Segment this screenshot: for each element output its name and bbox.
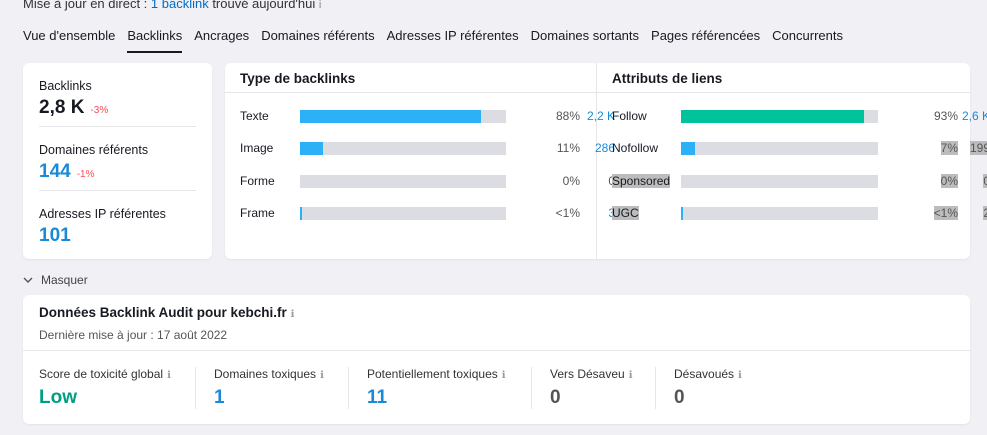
row-label: Forme — [240, 174, 275, 188]
live-update-line: Mise à jour en direct : 1 backlink trouv… — [23, 0, 321, 11]
row-count: 0 — [983, 174, 987, 188]
live-update-prefix: Mise à jour en direct : — [23, 0, 151, 11]
tab-competitors[interactable]: Concurrents — [772, 28, 843, 50]
info-icon[interactable]: ℹ — [738, 370, 742, 381]
progress-fill — [300, 109, 482, 123]
link-row: Frame<1%3 — [240, 206, 615, 220]
metric-value: 0 — [674, 387, 685, 408]
audit-metric: Potentiellement toxiques ℹ 11 — [367, 367, 506, 409]
metric-label: Désavoués ℹ — [674, 367, 742, 381]
progress-bar[interactable] — [681, 109, 878, 123]
ips-value[interactable]: 101 — [39, 225, 71, 247]
metric-label: Potentiellement toxiques ℹ — [367, 367, 506, 381]
audit-updated: Dernière mise à jour : 17 août 2022 — [39, 328, 228, 342]
tab-indexed-pages[interactable]: Pages référencées — [651, 28, 760, 50]
audit-title: Données Backlink Audit pour kebchi.fr ℹ — [39, 305, 295, 320]
summary-backlinks: Backlinks 2,8 K -3% — [39, 63, 196, 127]
new-backlink-link[interactable]: 1 backlink — [151, 0, 209, 11]
row-label: UGC — [612, 206, 639, 220]
audit-metric: Score de toxicité global ℹ Low — [39, 367, 171, 409]
row-label: Nofollow — [612, 141, 659, 155]
attributes-title: Attributs de liens — [612, 71, 723, 86]
row-label: Image — [240, 141, 274, 155]
row-percent: <1% — [933, 206, 958, 220]
tab-referring-ips[interactable]: Adresses IP référentes — [387, 28, 519, 50]
info-icon[interactable]: ℹ — [629, 370, 633, 381]
backlinks-label: Backlinks — [39, 79, 92, 93]
audit-metric: Domaines toxiques ℹ 1 — [214, 367, 324, 409]
hide-toggle[interactable]: Masquer — [23, 273, 88, 287]
summary-card: Backlinks 2,8 K -3% Domaines référents 1… — [23, 63, 212, 259]
info-icon[interactable]: ℹ — [167, 370, 171, 381]
summary-ips: Adresses IP référentes 101 — [39, 191, 196, 255]
metric-value: Low — [39, 387, 77, 408]
link-row: UGC <1% 2 — [612, 206, 987, 220]
link-row: Forme0%0 — [240, 174, 615, 188]
row-count[interactable]: 2,6 K — [962, 109, 987, 123]
progress-bar[interactable] — [681, 174, 878, 188]
progress-fill — [300, 206, 303, 220]
progress-fill — [681, 109, 865, 123]
metric-value[interactable]: 11 — [367, 387, 506, 409]
tab-outgoing-domains[interactable]: Domaines sortants — [531, 28, 639, 50]
progress-fill — [681, 206, 683, 220]
tab-anchors[interactable]: Ancrages — [194, 28, 249, 50]
row-percent: 88% — [555, 109, 580, 123]
progress-bar[interactable] — [300, 141, 506, 155]
link-row: Sponsored 0% 0 — [612, 174, 987, 188]
metric-label: Domaines toxiques ℹ — [214, 367, 324, 381]
info-icon[interactable]: ℹ — [320, 370, 324, 381]
metric-value[interactable]: 1 — [214, 387, 324, 409]
progress-bar[interactable] — [300, 109, 506, 123]
link-row: Texte 88% 2,2 K — [240, 109, 615, 123]
tab-referring-domains[interactable]: Domaines référents — [261, 28, 374, 50]
info-icon[interactable]: i — [319, 0, 321, 11]
domains-label: Domaines référents — [39, 143, 149, 157]
row-percent: 0% — [940, 174, 958, 188]
row-percent: 93% — [933, 109, 958, 123]
row-label: Frame — [240, 206, 275, 220]
row-count[interactable]: 2,2 K — [587, 109, 615, 123]
summary-domains: Domaines référents 144 -1% — [39, 127, 196, 191]
row-label: Texte — [240, 109, 269, 123]
progress-fill — [300, 141, 323, 155]
info-icon[interactable]: ℹ — [291, 309, 295, 320]
link-row: Nofollow 7% 199 — [612, 141, 987, 155]
link-types-card: Type de backlinks Attributs de liens Tex… — [225, 63, 987, 259]
hide-label: Masquer — [41, 273, 88, 287]
row-percent: 11% — [556, 141, 580, 155]
link-row: Image 11% 286 — [240, 141, 615, 155]
row-label: Follow — [612, 109, 647, 123]
info-icon[interactable]: ℹ — [502, 370, 506, 381]
domains-delta: -1% — [76, 169, 95, 180]
tab-overview[interactable]: Vue d'ensemble — [23, 28, 115, 50]
progress-bar[interactable] — [681, 141, 878, 155]
tab-backlinks[interactable]: Backlinks — [127, 28, 182, 53]
audit-metric: Désavoués ℹ 0 — [674, 367, 742, 409]
tab-bar: Vue d'ensemble Backlinks Ancrages Domain… — [23, 28, 855, 53]
metric-label: Vers Désaveu ℹ — [550, 367, 633, 381]
row-percent: 0% — [562, 174, 580, 188]
types-title: Type de backlinks — [240, 71, 356, 86]
backlinks-value: 2,8 K — [39, 97, 85, 118]
audit-metric: Vers Désaveu ℹ 0 — [550, 367, 633, 409]
progress-bar[interactable] — [300, 206, 506, 220]
progress-fill — [681, 141, 695, 155]
live-update-suffix: trouvé aujourd'hui — [208, 0, 316, 11]
progress-bar[interactable] — [300, 174, 506, 188]
chevron-down-icon — [23, 273, 33, 287]
metric-value: 0 — [550, 387, 561, 408]
backlink-audit-card: Données Backlink Audit pour kebchi.fr ℹ … — [23, 295, 970, 424]
row-label: Sponsored — [612, 174, 671, 188]
link-row: Follow 93% 2,6 K — [612, 109, 987, 123]
row-percent: <1% — [555, 206, 580, 220]
row-percent: 7% — [940, 141, 958, 155]
row-count: 199 — [969, 141, 987, 155]
backlinks-delta: -3% — [90, 105, 109, 116]
row-count: 2 — [983, 206, 987, 220]
progress-bar[interactable] — [681, 206, 878, 220]
domains-value[interactable]: 144 — [39, 161, 71, 183]
ips-label: Adresses IP référentes — [39, 207, 166, 221]
metric-label: Score de toxicité global ℹ — [39, 367, 171, 381]
